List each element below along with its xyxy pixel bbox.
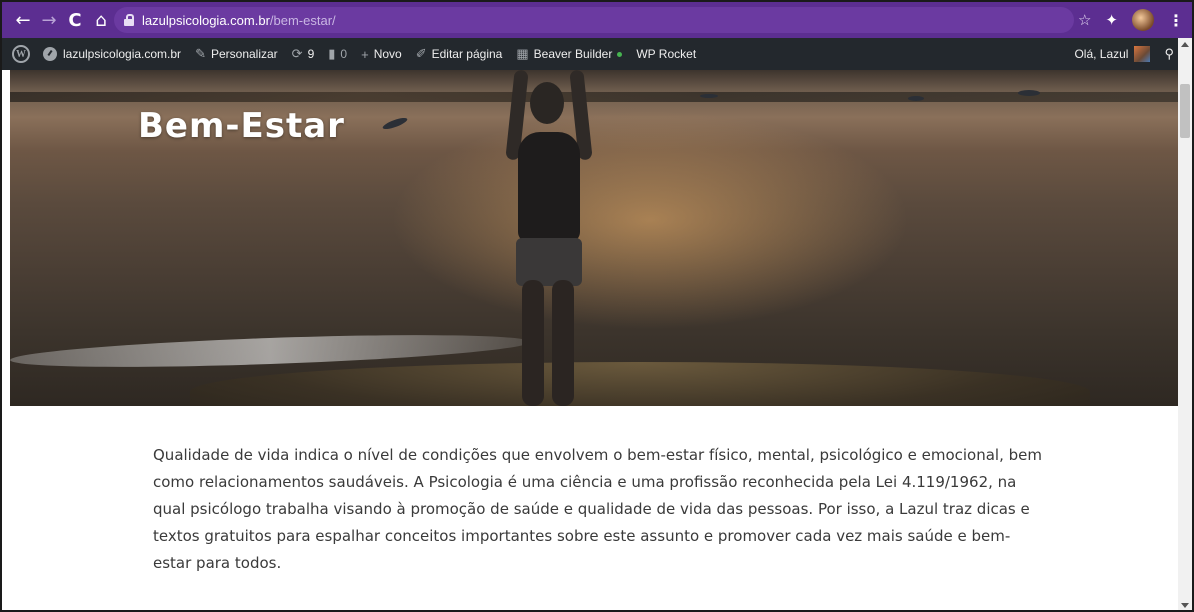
hero-rocks: [190, 362, 1090, 406]
brush-icon: ✎: [195, 46, 206, 61]
hero-banner: Bem-Estar: [10, 70, 1182, 406]
page-title: Bem-Estar: [138, 106, 345, 146]
wordpress-logo-icon[interactable]: W: [12, 45, 30, 63]
url-domain: lazulpsicologia.com.br: [142, 12, 270, 28]
wp-admin-bar: W lazulpsicologia.com.br ✎ Personalizar …: [2, 38, 1192, 70]
comments-count: 0: [340, 47, 348, 61]
star-icon[interactable]: ☆: [1078, 11, 1091, 29]
scroll-up-arrow-icon[interactable]: [1181, 42, 1189, 47]
browser-window: ← → C ⌂ lazulpsicologia.com.br/bem-estar…: [0, 0, 1194, 612]
home-icon[interactable]: ⌂: [88, 7, 114, 33]
admin-updates[interactable]: ⟳ 9: [285, 38, 322, 70]
forward-arrow-icon[interactable]: →: [36, 7, 62, 33]
comment-icon: ▮: [328, 46, 336, 61]
admin-new[interactable]: + Novo: [354, 38, 409, 70]
status-dot: [617, 51, 623, 57]
browser-toolbar: ← → C ⌂ lazulpsicologia.com.br/bem-estar…: [2, 2, 1192, 38]
new-label: Novo: [373, 47, 402, 61]
intro-paragraph: Qualidade de vida indica o nível de cond…: [153, 446, 1042, 572]
admin-account: Olá, Lazul ⚲: [1074, 38, 1174, 70]
admin-site-name[interactable]: lazulpsicologia.com.br: [36, 38, 188, 70]
boat: [700, 94, 718, 98]
url-text[interactable]: lazulpsicologia.com.br/bem-estar/: [142, 13, 336, 28]
admin-beaver-builder[interactable]: ▦ Beaver Builder: [509, 38, 629, 70]
browser-actions: ☆ ✦ ⋮: [1078, 7, 1184, 33]
site-name-label: lazulpsicologia.com.br: [63, 47, 182, 61]
scroll-thumb[interactable]: [1180, 84, 1190, 138]
url-path: /bem-estar/: [269, 12, 336, 28]
profile-icon[interactable]: [1132, 9, 1154, 31]
page-scrollbar[interactable]: [1178, 38, 1192, 610]
customize-label: Personalizar: [210, 47, 278, 61]
avatar[interactable]: [1134, 46, 1151, 62]
builder-grid-icon: ▦: [516, 46, 529, 61]
hero-person-silhouette: [490, 70, 610, 406]
boat: [381, 115, 409, 132]
updates-count: 9: [307, 47, 315, 61]
back-arrow-icon[interactable]: ←: [10, 7, 36, 33]
admin-wp-rocket[interactable]: WP Rocket: [629, 38, 703, 70]
greeting-label[interactable]: Olá, Lazul: [1074, 47, 1128, 61]
pencil-icon: ✐: [415, 46, 427, 61]
lock-icon[interactable]: [124, 14, 134, 26]
plus-icon: +: [361, 46, 369, 62]
wp-rocket-label: WP Rocket: [636, 47, 697, 61]
search-icon[interactable]: ⚲: [1164, 46, 1174, 62]
address-bar[interactable]: lazulpsicologia.com.br/bem-estar/: [114, 7, 1074, 33]
beaver-builder-label: Beaver Builder: [533, 47, 613, 61]
hero-sunset-glow: [390, 110, 910, 330]
admin-edit-page[interactable]: ✐ Editar página: [409, 38, 510, 70]
puzzle-icon[interactable]: ✦: [1105, 11, 1118, 29]
boat: [1018, 90, 1040, 96]
edit-page-label: Editar página: [431, 47, 503, 61]
dashboard-icon: [43, 47, 57, 61]
admin-comments[interactable]: ▮ 0: [321, 38, 354, 70]
scroll-down-arrow-icon[interactable]: [1181, 603, 1189, 608]
reload-icon[interactable]: C: [62, 7, 88, 33]
kebab-menu-icon[interactable]: ⋮: [1168, 11, 1184, 30]
updates-icon: ⟳: [291, 46, 303, 61]
boat: [908, 96, 924, 101]
content-section: Qualidade de vida indica o nível de cond…: [153, 442, 1043, 577]
admin-customize[interactable]: ✎ Personalizar: [188, 38, 285, 70]
